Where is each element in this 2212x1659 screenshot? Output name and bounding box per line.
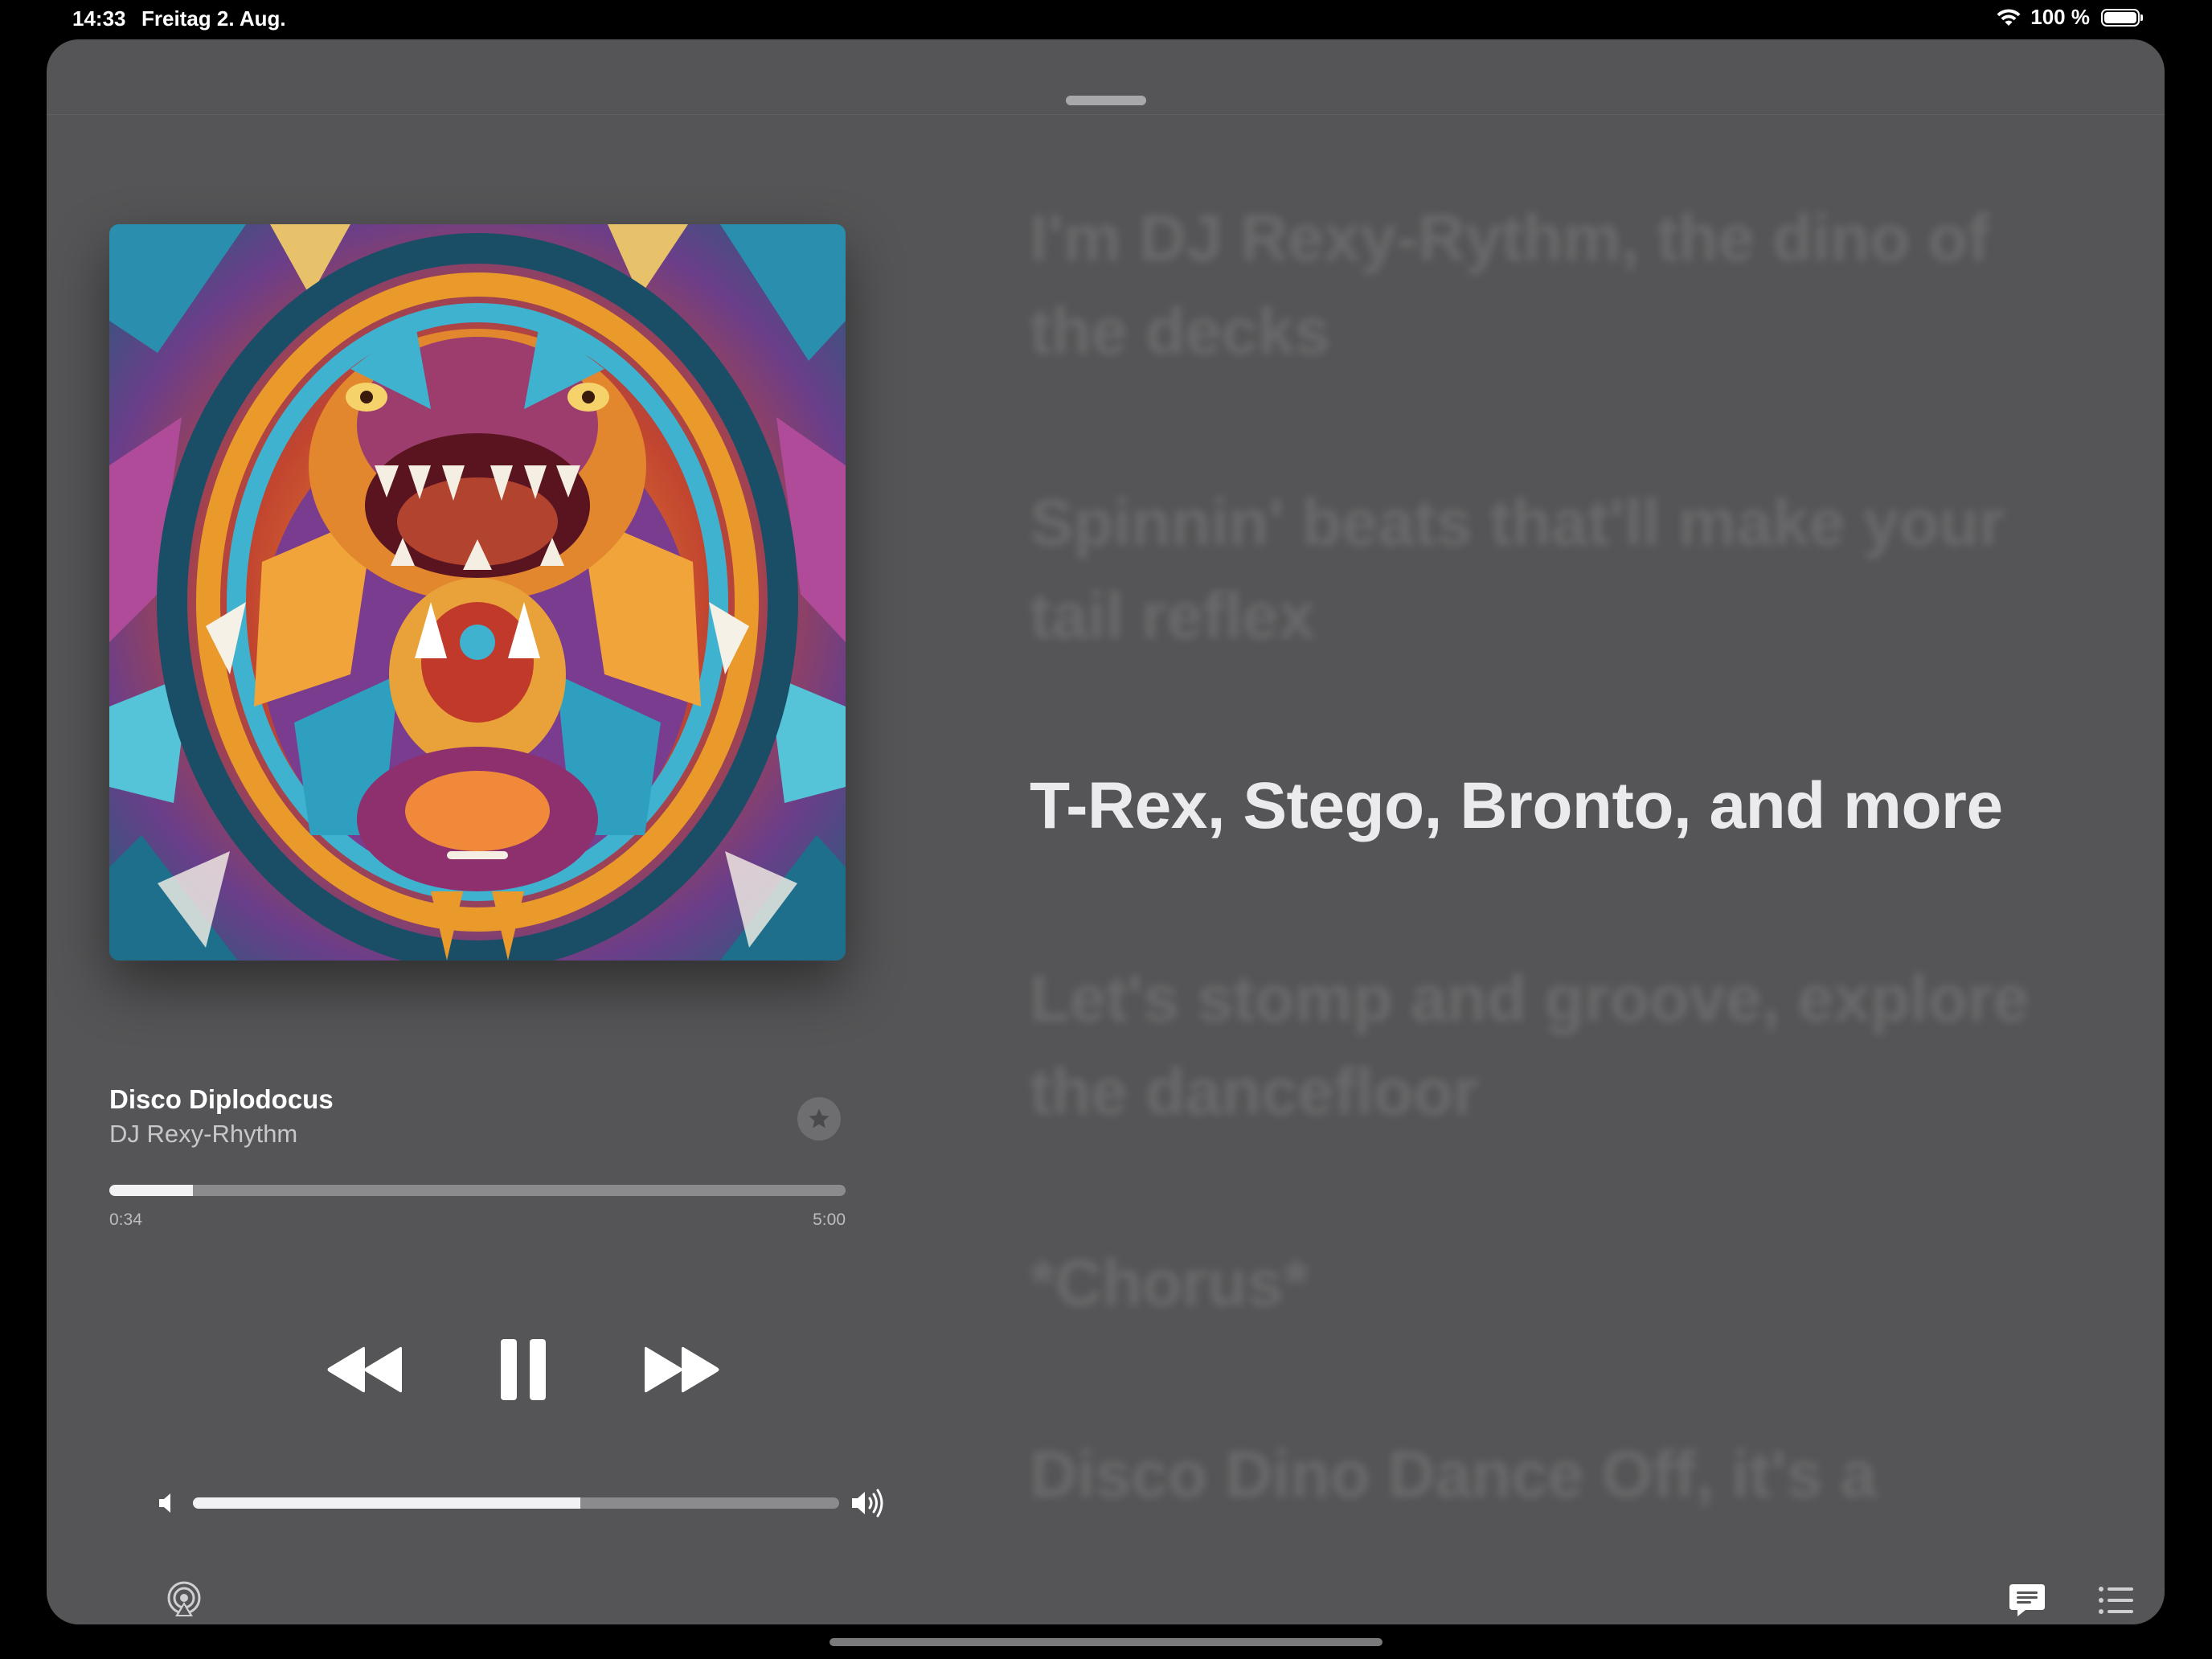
sheet-grabber[interactable] <box>1066 96 1146 105</box>
track-artist[interactable]: DJ Rexy-Rhythm <box>109 1120 297 1149</box>
pause-icon <box>501 1339 546 1400</box>
favorite-button[interactable] <box>797 1097 841 1141</box>
album-artwork-image <box>109 224 846 961</box>
lyric-line[interactable]: Let's stomp and groove, explore <box>1030 952 2030 1046</box>
time-total: 5:00 <box>813 1210 846 1229</box>
sheet-divider <box>47 114 2165 115</box>
wifi-icon <box>1997 8 2021 26</box>
rewind-icon <box>327 1346 402 1393</box>
volume-fill <box>193 1497 581 1509</box>
forward-button[interactable] <box>640 1337 723 1402</box>
screen: 14:33 Freitag 2. Aug. 100 % Disco Diplod… <box>0 0 2212 1659</box>
pause-button[interactable] <box>487 1333 559 1406</box>
progress-slider[interactable] <box>109 1185 846 1196</box>
lyric-line[interactable]: Spinnin' beats that'll make your <box>1030 477 2005 570</box>
track-title[interactable]: Disco Diplodocus <box>109 1084 334 1115</box>
home-indicator[interactable] <box>830 1638 1382 1646</box>
lyric-line[interactable]: tail reflex <box>1030 570 1315 663</box>
status-date: Freitag 2. Aug. <box>141 6 286 31</box>
time-elapsed: 0:34 <box>109 1210 142 1229</box>
status-indicators: 100 % <box>1995 5 2143 30</box>
fast-forward-icon <box>645 1346 719 1393</box>
status-time: 14:33 <box>72 6 126 31</box>
status-bar: 14:33 Freitag 2. Aug. 100 % <box>0 0 2212 39</box>
album-artwork <box>109 224 846 961</box>
battery-icon <box>2101 8 2143 27</box>
speaker-low-icon <box>159 1493 170 1513</box>
lyric-line-active[interactable]: T-Rex, Stego, Bronto, and more <box>1030 760 2003 853</box>
lyric-line[interactable]: Disco Dino Dance Off, it's a <box>1030 1428 1877 1522</box>
progress-fill <box>109 1185 193 1196</box>
now-playing-sheet: Disco Diplodocus DJ Rexy-Rhythm 0:34 5:0… <box>47 39 2165 1624</box>
speaker-high-icon <box>852 1489 883 1518</box>
lyric-line[interactable]: the decks <box>1030 285 1330 379</box>
lyric-line[interactable]: the dancefloor <box>1030 1046 1478 1139</box>
battery-percentage: 100 % <box>2030 5 2090 29</box>
lyric-line[interactable]: *Chorus* <box>1030 1237 1309 1330</box>
queue-list-icon[interactable] <box>2098 1583 2135 1618</box>
star-icon <box>809 1108 830 1129</box>
rewind-button[interactable] <box>323 1337 407 1402</box>
lyrics-bubble-icon[interactable] <box>2008 1581 2046 1620</box>
airplay-icon[interactable] <box>166 1581 203 1618</box>
volume-slider[interactable] <box>193 1497 839 1509</box>
lyric-line[interactable]: I'm DJ Rexy-Rythm, the dino of <box>1030 192 1989 285</box>
